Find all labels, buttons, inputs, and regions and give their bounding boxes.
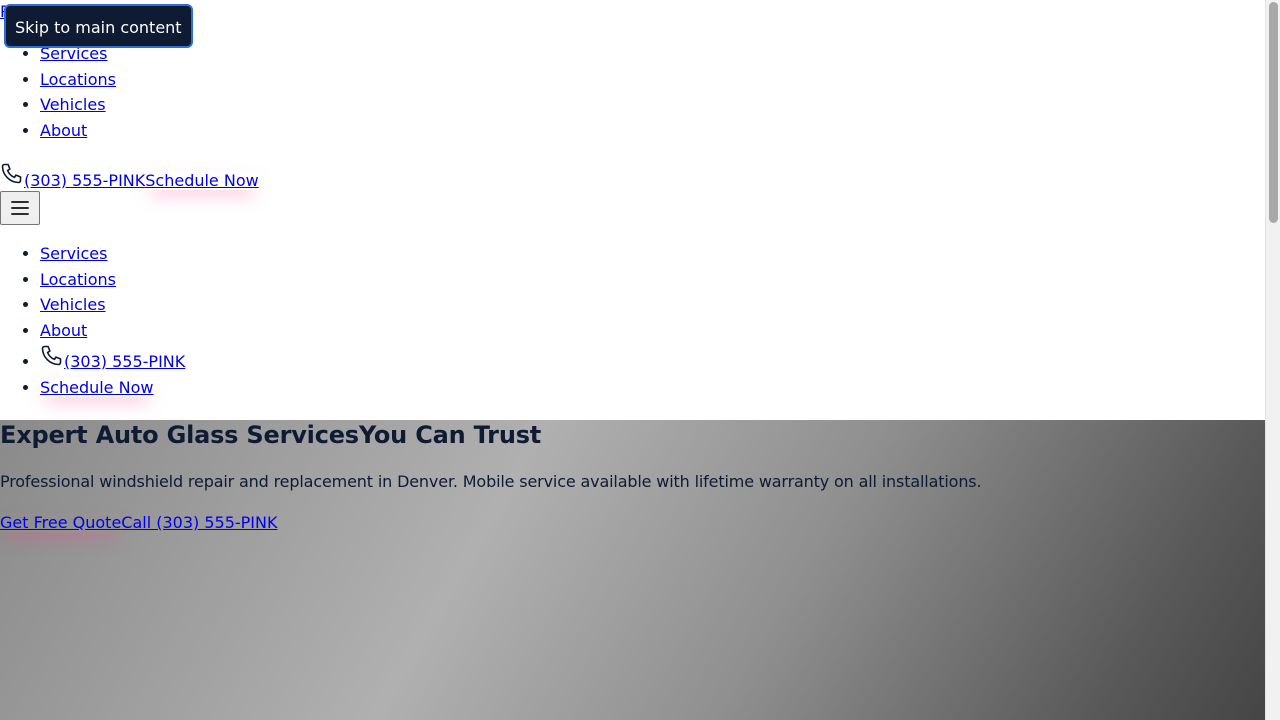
- mobile-menu-button[interactable]: [0, 191, 40, 225]
- skip-to-main-content-link[interactable]: Skip to main content: [4, 4, 193, 48]
- hero-title: Expert Auto Glass ServicesYou Can Trust: [0, 420, 541, 450]
- nav-link-vehicles[interactable]: Vehicles: [40, 95, 106, 114]
- mobile-nav: Services Locations Vehicles About (303) …: [0, 241, 185, 400]
- mobile-nav-link-vehicles[interactable]: Vehicles: [40, 295, 106, 314]
- nav-item-about: About: [40, 118, 116, 144]
- page: P Skip to main content Services Location…: [0, 0, 1265, 720]
- phone-icon: [1, 163, 22, 184]
- scrollbar-thumb[interactable]: [1269, 2, 1278, 223]
- nav-item-locations: Locations: [40, 67, 116, 93]
- mobile-nav-phone-label: (303) 555-PINK: [64, 351, 186, 371]
- header-actions: (303) 555-PINK Schedule Now: [0, 160, 259, 190]
- nav-link-about[interactable]: About: [40, 121, 87, 140]
- hamburger-icon: [11, 201, 29, 215]
- primary-nav: Services Locations Vehicles About: [0, 41, 116, 144]
- mobile-nav-item-services: Services: [40, 241, 185, 267]
- mobile-nav-item-locations: Locations: [40, 267, 185, 293]
- hero-cta-group: Get Free QuoteCall (303) 555-PINK: [0, 512, 277, 534]
- get-free-quote-link[interactable]: Get Free Quote: [0, 513, 121, 532]
- header-schedule-now-link[interactable]: Schedule Now: [145, 171, 258, 190]
- mobile-nav-item-phone: (303) 555-PINK: [40, 344, 185, 375]
- hero-title-part2: You Can Trust: [358, 421, 542, 449]
- mobile-nav-link-services[interactable]: Services: [40, 244, 107, 263]
- mobile-nav-link-about[interactable]: About: [40, 321, 87, 340]
- hero-section: Expert Auto Glass ServicesYou Can Trust …: [0, 420, 1265, 720]
- mobile-nav-phone-link[interactable]: (303) 555-PINK: [40, 345, 186, 371]
- vertical-scrollbar[interactable]: [1265, 0, 1280, 720]
- mobile-nav-item-about: About: [40, 318, 185, 344]
- phone-icon: [41, 345, 62, 366]
- nav-link-locations[interactable]: Locations: [40, 70, 116, 89]
- mobile-nav-schedule-now-link[interactable]: Schedule Now: [40, 378, 153, 397]
- hero-subtitle: Professional windshield repair and repla…: [0, 472, 982, 491]
- mobile-nav-link-locations[interactable]: Locations: [40, 270, 116, 289]
- mobile-nav-item-vehicles: Vehicles: [40, 292, 185, 318]
- call-phone-link[interactable]: Call (303) 555-PINK: [121, 513, 277, 532]
- nav-item-vehicles: Vehicles: [40, 92, 116, 118]
- primary-nav-list: Services Locations Vehicles About: [0, 41, 116, 144]
- hero-title-part1: Expert Auto Glass Services: [0, 421, 359, 449]
- mobile-nav-item-schedule: Schedule Now: [40, 375, 185, 401]
- mobile-nav-list: Services Locations Vehicles About (303) …: [0, 241, 185, 400]
- header-phone-label: (303) 555-PINK: [24, 171, 146, 190]
- header-phone-link[interactable]: (303) 555-PINK: [0, 162, 145, 190]
